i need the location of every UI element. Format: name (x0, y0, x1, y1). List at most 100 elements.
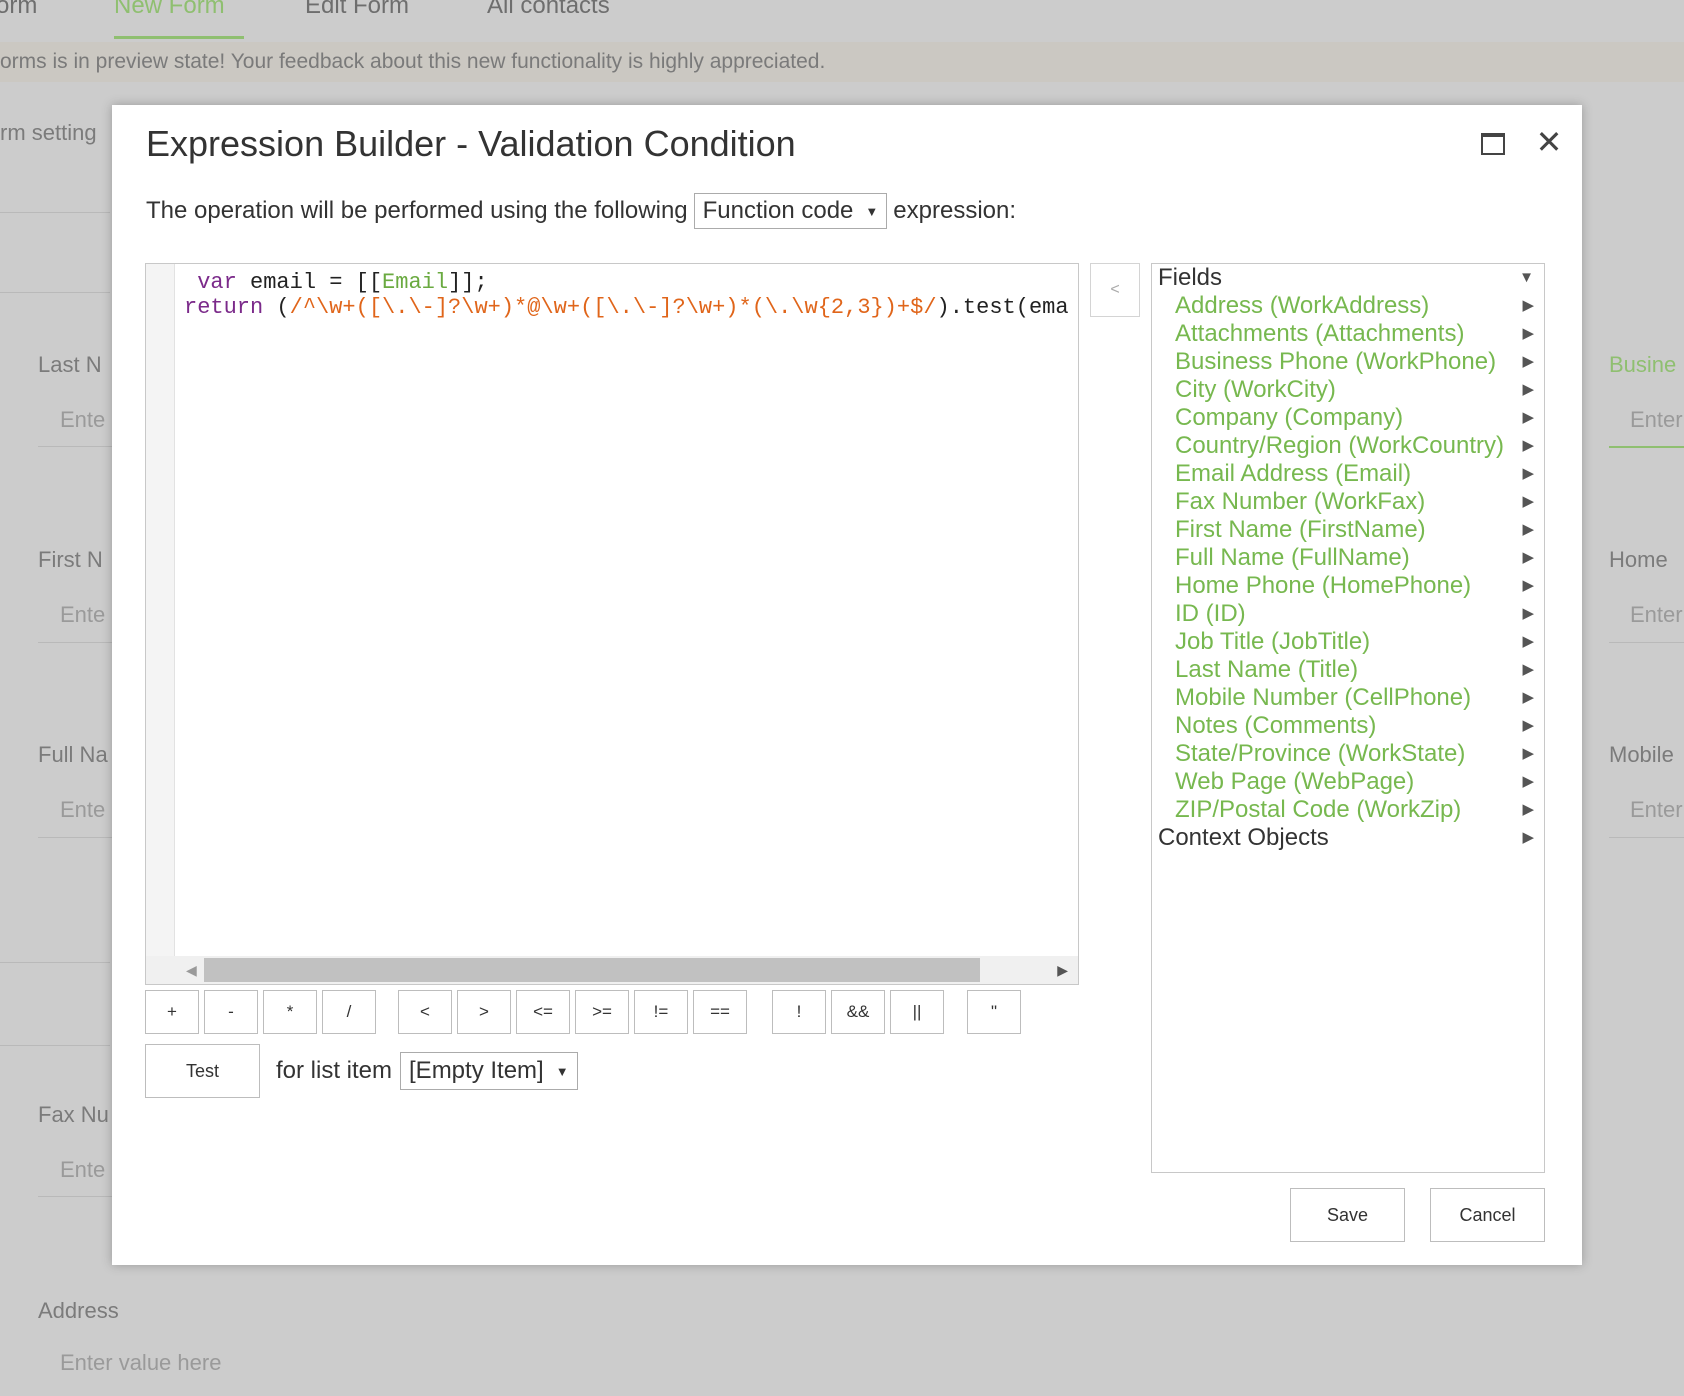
tab-new-form[interactable]: New Form (114, 0, 225, 20)
field-label: Busine (1609, 352, 1677, 377)
context-objects-item[interactable]: Context Objects ▶ (1152, 824, 1544, 852)
operator-and-button[interactable]: && (831, 990, 885, 1034)
field-item[interactable]: Notes (Comments) ▶ (1152, 712, 1544, 740)
form-settings-label[interactable]: rm setting (0, 120, 97, 146)
field-input[interactable]: Ente (60, 1157, 105, 1183)
caret-right-icon: ▶ (1522, 745, 1534, 762)
field-item-label: Notes (Comments) (1175, 712, 1377, 739)
tab-form[interactable]: orm (0, 0, 37, 20)
test-button[interactable]: Test (145, 1044, 260, 1098)
field-item[interactable]: First Name (FirstName) ▶ (1152, 516, 1544, 544)
maximize-icon[interactable] (1478, 127, 1508, 157)
field-input[interactable]: Enter (1630, 602, 1683, 628)
expression-type-select[interactable]: Function code ▼ (693, 193, 888, 229)
caret-right-icon: ▶ (1522, 549, 1534, 566)
field-item[interactable]: Country/Region (WorkCountry) ▶ (1152, 432, 1544, 460)
dialog-title: Expression Builder - Validation Conditio… (146, 123, 796, 164)
operator-not-button[interactable]: ! (772, 990, 826, 1034)
field-input[interactable]: Enter (1630, 407, 1683, 433)
caret-right-icon: ▶ (1522, 633, 1534, 650)
operator-or-button[interactable]: || (890, 990, 944, 1034)
field-label: First N (38, 547, 103, 572)
field-input[interactable]: Enter (1630, 797, 1683, 823)
divider (0, 962, 110, 963)
scroll-right-icon[interactable]: ▶ (1057, 962, 1068, 979)
field-item[interactable]: Home Phone (HomePhone) ▶ (1152, 572, 1544, 600)
scrollbar-thumb[interactable] (204, 958, 980, 982)
field-item[interactable]: Last Name (Title) ▶ (1152, 656, 1544, 684)
fields-header[interactable]: Fields ▼ (1152, 264, 1544, 292)
operator-minus-button[interactable]: - (204, 990, 258, 1034)
field-item[interactable]: Address (WorkAddress) ▶ (1152, 292, 1544, 320)
expression-builder-dialog: Expression Builder - Validation Conditio… (112, 105, 1582, 1265)
caret-right-icon: ▶ (1522, 829, 1534, 846)
caret-right-icon: ▶ (1522, 717, 1534, 734)
field-item-label: Web Page (WebPage) (1175, 768, 1415, 795)
field-label: Full Na (38, 742, 108, 767)
field-item[interactable]: ID (ID) ▶ (1152, 600, 1544, 628)
scroll-left-icon[interactable]: ◀ (186, 962, 197, 979)
code-content[interactable]: var email = [[Email]]; return (/^\w+([\.… (184, 270, 1069, 320)
close-icon[interactable]: ✕ (1534, 126, 1564, 158)
divider (0, 212, 110, 213)
field-item[interactable]: Full Name (FullName) ▶ (1152, 544, 1544, 572)
divider (0, 292, 110, 293)
tab-bar: orm New Form Edit Form All contacts (0, 0, 1684, 42)
operator-less-equal-button[interactable]: <= (516, 990, 570, 1034)
field-item[interactable]: Mobile Number (CellPhone) ▶ (1152, 684, 1544, 712)
address-input[interactable]: Enter value here (60, 1350, 221, 1376)
field-item-label: Fax Number (WorkFax) (1175, 488, 1426, 515)
active-tab-underline (114, 36, 244, 39)
operator-not-equal-button[interactable]: != (634, 990, 688, 1034)
operation-line: The operation will be performed using th… (146, 193, 1016, 229)
field-item[interactable]: Web Page (WebPage) ▶ (1152, 768, 1544, 796)
horizontal-scrollbar[interactable]: ◀ ▶ (146, 956, 1078, 984)
field-item-label: Home Phone (HomePhone) (1175, 572, 1472, 599)
collapse-panel-button[interactable]: < (1090, 263, 1140, 317)
field-item[interactable]: Job Title (JobTitle) ▶ (1152, 628, 1544, 656)
field-item-label: Mobile Number (CellPhone) (1175, 684, 1472, 711)
tab-edit-form[interactable]: Edit Form (305, 0, 409, 20)
field-input[interactable]: Ente (60, 407, 105, 433)
expression-type-value: Function code (702, 197, 854, 224)
operator-quote-button[interactable]: " (967, 990, 1021, 1034)
operator-less-button[interactable]: < (398, 990, 452, 1034)
field-item[interactable]: Email Address (Email) ▶ (1152, 460, 1544, 488)
input-underline (1609, 446, 1684, 448)
caret-right-icon: ▶ (1522, 437, 1534, 454)
field-item[interactable]: ZIP/Postal Code (WorkZip) ▶ (1152, 796, 1544, 824)
chevron-down-icon: ▼ (555, 1063, 569, 1079)
operator-greater-button[interactable]: > (457, 990, 511, 1034)
cancel-button[interactable]: Cancel (1430, 1188, 1545, 1242)
operator-plus-button[interactable]: + (145, 990, 199, 1034)
field-input[interactable]: Ente (60, 602, 105, 628)
caret-right-icon: ▶ (1522, 689, 1534, 706)
input-underline (1609, 642, 1684, 643)
field-item-label: Business Phone (WorkPhone) (1175, 348, 1497, 375)
field-item[interactable]: City (WorkCity) ▶ (1152, 376, 1544, 404)
caret-right-icon: ▶ (1522, 521, 1534, 538)
field-item[interactable]: Fax Number (WorkFax) ▶ (1152, 488, 1544, 516)
input-underline (1609, 837, 1684, 838)
field-item-label: City (WorkCity) (1175, 376, 1336, 403)
field-label: Last N (38, 352, 102, 377)
field-input[interactable]: Ente (60, 797, 105, 823)
code-text: ]]; (448, 270, 488, 295)
tab-all-contacts[interactable]: All contacts (487, 0, 610, 20)
operator-multiply-button[interactable]: * (263, 990, 317, 1034)
save-button[interactable]: Save (1290, 1188, 1405, 1242)
input-underline (38, 1196, 112, 1197)
field-item[interactable]: Attachments (Attachments) ▶ (1152, 320, 1544, 348)
code-text: ( (263, 295, 290, 320)
code-keyword: var (197, 270, 237, 295)
operator-divide-button[interactable]: / (322, 990, 376, 1034)
field-item[interactable]: Business Phone (WorkPhone) ▶ (1152, 348, 1544, 376)
caret-right-icon: ▶ (1522, 801, 1534, 818)
operator-greater-equal-button[interactable]: >= (575, 990, 629, 1034)
code-editor[interactable]: var email = [[Email]]; return (/^\w+([\.… (145, 263, 1079, 985)
field-item[interactable]: Company (Company) ▶ (1152, 404, 1544, 432)
field-item[interactable]: State/Province (WorkState) ▶ (1152, 740, 1544, 768)
operator-equal-button[interactable]: == (693, 990, 747, 1034)
caret-right-icon: ▶ (1522, 409, 1534, 426)
list-item-select[interactable]: [Empty Item] ▼ (400, 1052, 578, 1090)
